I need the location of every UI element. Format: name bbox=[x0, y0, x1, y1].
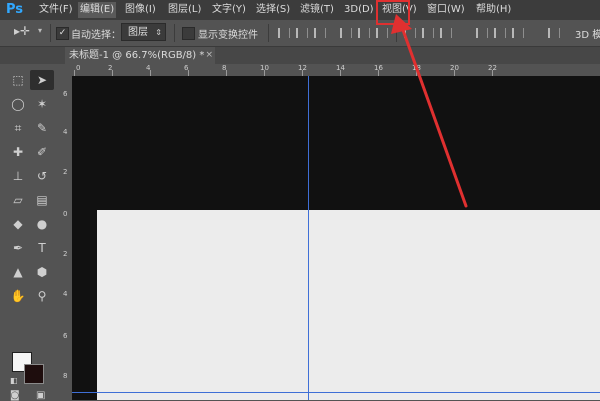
menu-help[interactable]: 帮助(H) bbox=[474, 2, 513, 18]
menu-edit[interactable]: 编辑(E) bbox=[78, 2, 117, 18]
show-transform-checkbox[interactable] bbox=[182, 27, 195, 40]
align-right-icon[interactable] bbox=[376, 28, 388, 38]
tools-panel: ⬚ ➤ ◯ ✶ ⌗ ✎ ✚ ✐ ⊥ ↺ ▱ ▤ ◆ ● ✒ T ▲ ⬢ ✋ ⚲ … bbox=[0, 64, 60, 401]
ruler-label: 0 bbox=[63, 210, 68, 218]
blur-tool-icon[interactable]: ◆ bbox=[6, 214, 30, 234]
horizontal-guide[interactable] bbox=[72, 392, 600, 393]
magic-wand-tool-icon[interactable]: ✶ bbox=[30, 94, 54, 114]
close-tab-icon[interactable]: × bbox=[205, 47, 213, 64]
separator bbox=[396, 24, 397, 42]
auto-align-icon[interactable] bbox=[548, 28, 560, 38]
layer-select-value: 图层 bbox=[128, 27, 148, 38]
align-top-icon[interactable] bbox=[278, 28, 290, 38]
shape-tool-icon[interactable]: ⬢ bbox=[30, 262, 54, 282]
type-tool-icon[interactable]: T bbox=[30, 238, 54, 258]
eyedropper-tool-icon[interactable]: ✎ bbox=[30, 118, 54, 138]
separator bbox=[174, 24, 175, 42]
tool-preset-dropdown-icon[interactable]: ▾ bbox=[38, 26, 42, 35]
menu-layer[interactable]: 图层(L) bbox=[166, 2, 203, 18]
ruler-label: 4 bbox=[63, 128, 68, 136]
screen-mode-icon[interactable]: ▣ bbox=[36, 390, 45, 401]
crop-tool-icon[interactable]: ⌗ bbox=[6, 118, 30, 138]
path-selection-tool-icon[interactable]: ▲ bbox=[6, 262, 30, 282]
align-hcenter-icon[interactable] bbox=[358, 28, 370, 38]
lasso-tool-icon[interactable]: ◯ bbox=[6, 94, 30, 114]
separator bbox=[268, 24, 269, 42]
gradient-tool-icon[interactable]: ▤ bbox=[30, 190, 54, 210]
background-color-swatch[interactable] bbox=[24, 364, 44, 384]
options-bar: ▸✛ ▾ ✓ 自动选择： 图层 ⇕ 显示变换控件 3D 模 bbox=[0, 20, 600, 47]
ruler-label: 0 bbox=[76, 64, 81, 72]
ruler-label: 4 bbox=[63, 290, 68, 298]
vertical-guide[interactable] bbox=[308, 76, 309, 400]
annotation-highlight-box bbox=[376, 0, 410, 25]
ruler-label: 6 bbox=[63, 332, 68, 340]
separator bbox=[50, 24, 51, 42]
default-colors-icon[interactable]: ◧ bbox=[10, 376, 18, 385]
distribute-right-icon[interactable] bbox=[512, 28, 524, 38]
history-brush-tool-icon[interactable]: ↺ bbox=[30, 166, 54, 186]
menu-type[interactable]: 文字(Y) bbox=[210, 2, 248, 18]
align-left-icon[interactable] bbox=[340, 28, 352, 38]
align-vcenter-icon[interactable] bbox=[296, 28, 308, 38]
document-canvas[interactable] bbox=[97, 210, 600, 400]
eraser-tool-icon[interactable]: ▱ bbox=[6, 190, 30, 210]
distribute-bottom-icon[interactable] bbox=[440, 28, 452, 38]
3d-mode-label: 3D 模 bbox=[575, 30, 600, 41]
auto-select-checkbox[interactable]: ✓ bbox=[56, 27, 69, 40]
distribute-vcenter-icon[interactable] bbox=[422, 28, 434, 38]
ruler-label: 8 bbox=[63, 372, 68, 380]
distribute-left-icon[interactable] bbox=[476, 28, 488, 38]
document-tab[interactable]: 未标题-1 @ 66.7%(RGB/8) * × bbox=[65, 47, 215, 64]
ruler-label: 2 bbox=[63, 250, 68, 258]
show-transform-label: 显示变换控件 bbox=[198, 30, 258, 41]
select-arrows-icon: ⇕ bbox=[155, 28, 162, 37]
quick-mask-icon[interactable]: ◙ bbox=[10, 390, 20, 401]
move-tool-icon[interactable]: ▸✛ bbox=[14, 24, 30, 38]
zoom-tool-icon[interactable]: ⚲ bbox=[30, 286, 54, 306]
menu-bar: Ps 文件(F) 编辑(E) 图像(I) 图层(L) 文字(Y) 选择(S) 滤… bbox=[0, 0, 600, 20]
menu-file[interactable]: 文件(F) bbox=[37, 2, 75, 18]
document-tab-bar: 未标题-1 @ 66.7%(RGB/8) * × bbox=[0, 47, 600, 64]
menu-3d[interactable]: 3D(D) bbox=[342, 2, 376, 18]
photoshop-logo-icon: Ps bbox=[6, 2, 24, 17]
healing-brush-tool-icon[interactable]: ✚ bbox=[6, 142, 30, 162]
auto-select-label: 自动选择： bbox=[71, 30, 121, 41]
pen-tool-icon[interactable]: ✒ bbox=[6, 238, 30, 258]
dodge-tool-icon[interactable]: ● bbox=[30, 214, 54, 234]
canvas-workspace[interactable] bbox=[72, 76, 600, 400]
clone-stamp-tool-icon[interactable]: ⊥ bbox=[6, 166, 30, 186]
move-tool-icon[interactable]: ➤ bbox=[30, 70, 54, 90]
brush-tool-icon[interactable]: ✐ bbox=[30, 142, 54, 162]
hand-tool-icon[interactable]: ✋ bbox=[6, 286, 30, 306]
distribute-hcenter-icon[interactable] bbox=[494, 28, 506, 38]
menu-select[interactable]: 选择(S) bbox=[254, 2, 292, 18]
align-bottom-icon[interactable] bbox=[314, 28, 326, 38]
ruler-label: 6 bbox=[63, 90, 68, 98]
marquee-tool-icon[interactable]: ⬚ bbox=[6, 70, 30, 90]
menu-image[interactable]: 图像(I) bbox=[123, 2, 158, 18]
ruler-label: 2 bbox=[63, 168, 68, 176]
distribute-top-icon[interactable] bbox=[404, 28, 416, 38]
menu-filter[interactable]: 滤镜(T) bbox=[298, 2, 336, 18]
auto-select-target-select[interactable]: 图层 ⇕ bbox=[121, 23, 166, 41]
document-tab-title: 未标题-1 @ 66.7%(RGB/8) * bbox=[69, 50, 205, 61]
menu-window[interactable]: 窗口(W) bbox=[425, 2, 467, 18]
